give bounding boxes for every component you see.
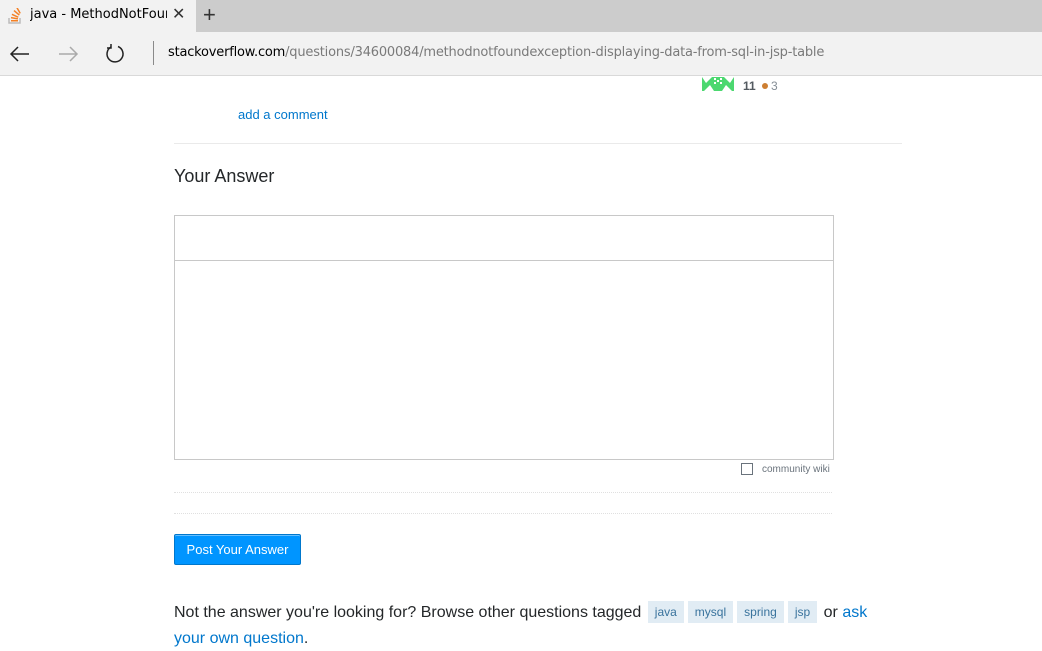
tag-mysql[interactable]: mysql [687, 601, 734, 623]
community-wiki-checkbox[interactable] [741, 463, 753, 475]
user-avatar[interactable] [702, 77, 734, 91]
editor-toolbar [175, 216, 833, 261]
forward-arrow-icon[interactable] [56, 42, 80, 66]
section-divider [174, 143, 902, 144]
dotted-divider [174, 513, 832, 514]
footer-text: Not the answer you're looking for? Brows… [174, 600, 894, 651]
add-comment-link[interactable]: add a comment [238, 107, 328, 122]
tag-jsp[interactable]: jsp [787, 601, 818, 623]
url-path: /questions/34600084/methodnotfoundexcept… [285, 45, 825, 60]
tab-bar: java - MethodNotFound ✕ + [0, 0, 1042, 32]
bronze-badge-icon [762, 83, 768, 89]
footer-suffix: . [303, 630, 309, 647]
identicon-icon [702, 77, 734, 91]
answer-textarea[interactable] [175, 261, 833, 459]
community-wiki-label: community wiki [762, 464, 830, 475]
dotted-divider [174, 492, 832, 493]
new-tab-icon[interactable]: + [203, 3, 216, 27]
tab-title: java - MethodNotFound [30, 7, 167, 22]
bronze-badge-count: 3 [771, 79, 778, 93]
browser-tab[interactable]: java - MethodNotFound ✕ [0, 0, 196, 32]
address-bar-separator [153, 41, 154, 65]
tag-java[interactable]: java [647, 601, 684, 623]
footer-or: or [823, 604, 838, 621]
user-reputation: 11 [743, 79, 756, 93]
refresh-icon[interactable] [103, 42, 127, 66]
url-host: stackoverflow.com [168, 45, 286, 60]
page-content: 11 3 add a comment Your Answer community… [0, 77, 1042, 651]
back-arrow-icon[interactable] [8, 42, 32, 66]
close-tab-icon[interactable]: ✕ [172, 6, 185, 24]
address-bar[interactable]: stackoverflow.com/questions/34600084/met… [168, 45, 824, 60]
answer-editor [174, 215, 834, 460]
post-answer-button[interactable]: Post Your Answer [174, 534, 301, 565]
footer-prefix: Not the answer you're looking for? Brows… [174, 604, 642, 621]
stackoverflow-favicon-icon [8, 8, 21, 24]
tag-spring[interactable]: spring [737, 601, 784, 623]
your-answer-heading: Your Answer [174, 166, 275, 186]
